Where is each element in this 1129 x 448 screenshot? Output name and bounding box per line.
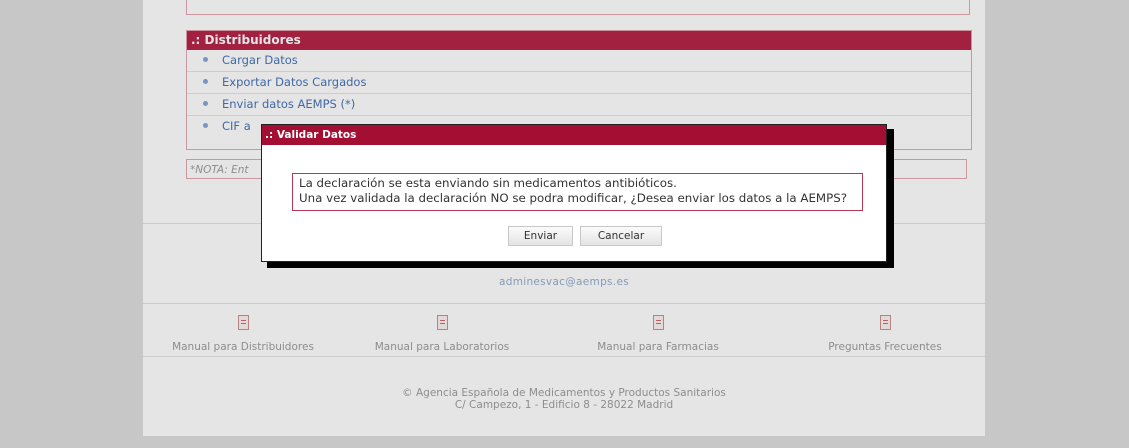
cancelar-button[interactable]: Cancelar: [580, 226, 662, 246]
enviar-button[interactable]: Enviar: [508, 226, 573, 246]
dialog-message-line-2: Una vez validada la declaración NO se po…: [299, 191, 847, 205]
validar-datos-dialog: .: Validar Datos La declaración se esta …: [261, 124, 887, 262]
dialog-message-line-1: La declaración se esta enviando sin medi…: [299, 176, 677, 190]
dialog-title: .: Validar Datos: [262, 125, 886, 145]
dialog-message: La declaración se esta enviando sin medi…: [292, 173, 863, 211]
